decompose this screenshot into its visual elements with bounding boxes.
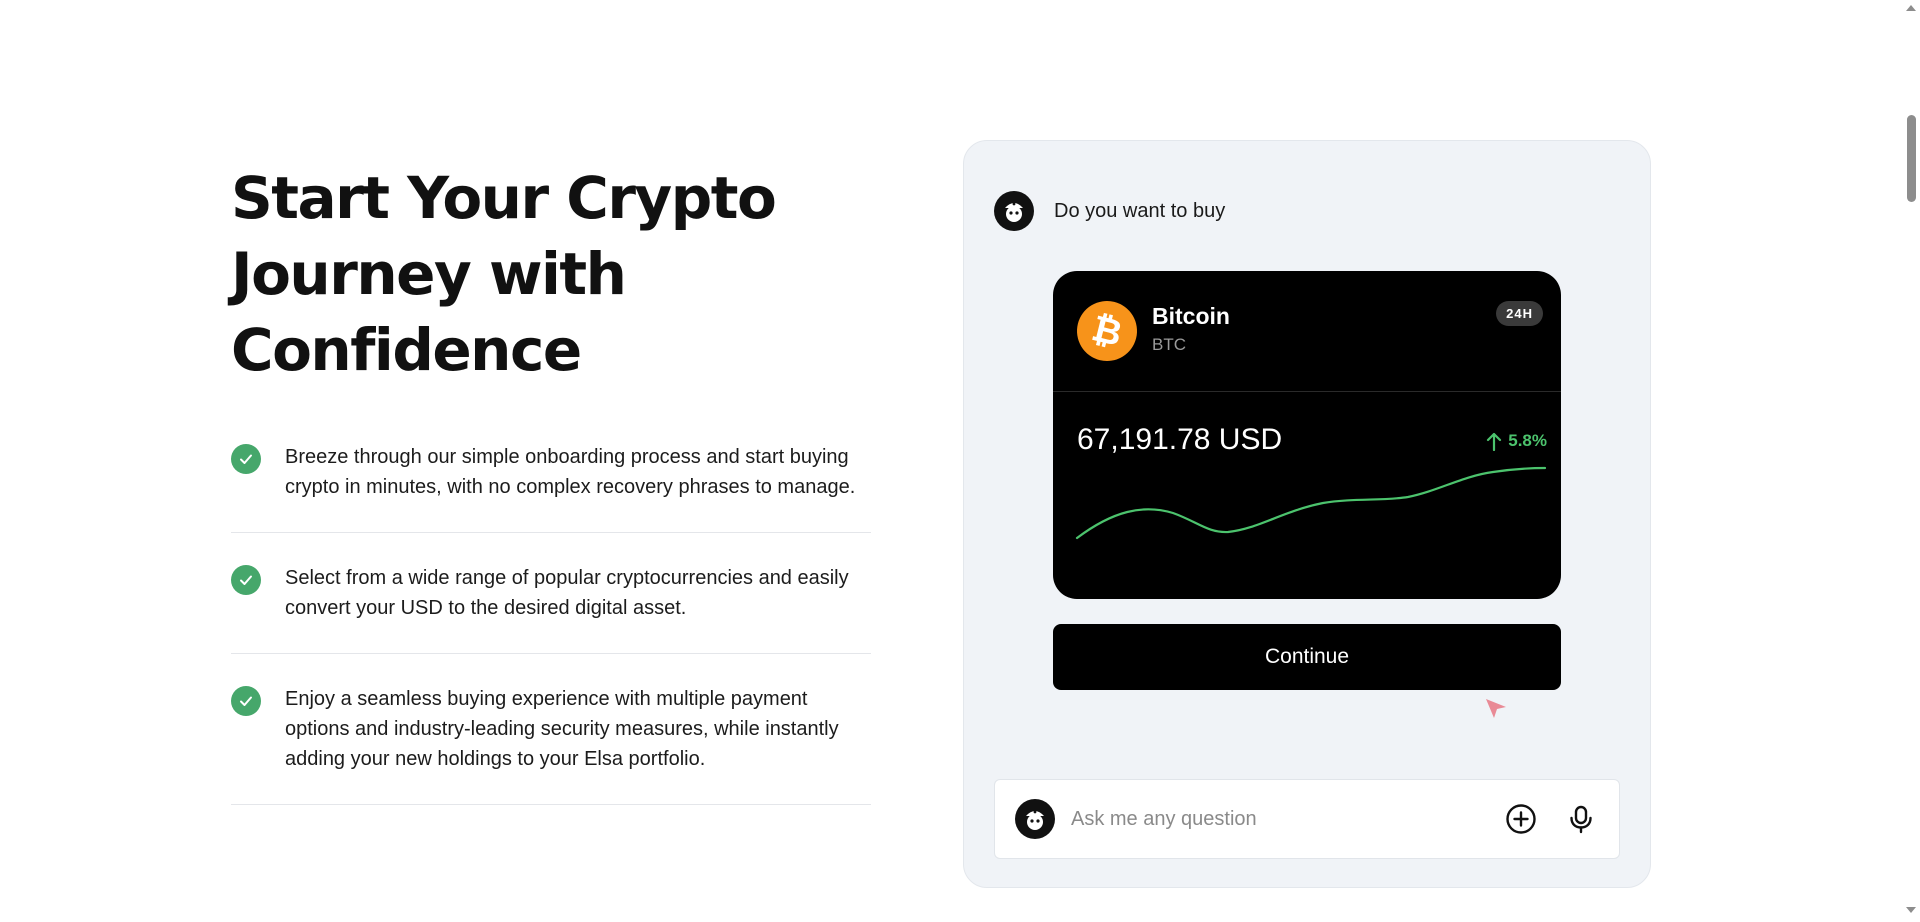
- ask-question-input[interactable]: [1069, 806, 1481, 832]
- sparkline-path: [1075, 466, 1547, 540]
- card-divider: [1053, 391, 1561, 392]
- plus-circle-icon: [1506, 804, 1536, 834]
- scrollbar-thumb[interactable]: [1907, 115, 1916, 202]
- feature-item: Breeze through our simple onboarding pro…: [231, 442, 871, 533]
- attach-button[interactable]: [1501, 799, 1541, 839]
- bot-avatar-icon: [994, 191, 1034, 231]
- arrow-up-icon: [1487, 432, 1502, 451]
- price-sparkline: [1075, 466, 1547, 540]
- feature-text: Breeze through our simple onboarding pro…: [285, 446, 856, 498]
- microphone-icon: [1570, 805, 1592, 834]
- bot-avatar-icon: [1015, 799, 1055, 839]
- feature-text: Enjoy a seamless buying experience with …: [285, 688, 839, 770]
- asset-symbol: BTC: [1152, 335, 1186, 354]
- time-range-badge[interactable]: 24H: [1496, 301, 1543, 326]
- asset-price-card[interactable]: ₿ Bitcoin BTC 24H 67,191.78 USD 5.8%: [1053, 271, 1561, 599]
- feature-item: Select from a wide range of popular cryp…: [231, 563, 871, 654]
- feature-text: Select from a wide range of popular cryp…: [285, 567, 849, 619]
- page-scrollbar[interactable]: [1903, 0, 1920, 922]
- feature-list: Breeze through our simple onboarding pro…: [231, 442, 871, 805]
- price-change: 5.8%: [1486, 431, 1547, 451]
- check-icon: [231, 444, 261, 474]
- asset-name: Bitcoin: [1152, 303, 1230, 329]
- check-icon: [231, 565, 261, 595]
- asset-price: 67,191.78 USD: [1077, 423, 1283, 456]
- bot-message-row: Do you want to buy: [994, 191, 1225, 231]
- cursor-pointer-icon: [1486, 699, 1506, 718]
- scroll-down-arrow-icon[interactable]: [1906, 906, 1916, 914]
- scroll-up-arrow-icon[interactable]: [1906, 4, 1916, 12]
- hero-section: Start Your Crypto Journey with Confidenc…: [231, 160, 871, 805]
- hero-headline: Start Your Crypto Journey with Confidenc…: [231, 164, 777, 384]
- ask-bar: [994, 779, 1620, 859]
- price-change-value: 5.8%: [1508, 431, 1547, 450]
- chat-panel: Do you want to buy ₿ Bitcoin BTC 24H 67,…: [963, 140, 1651, 888]
- bot-message-text: Do you want to buy: [1054, 199, 1226, 222]
- voice-input-button[interactable]: [1561, 799, 1601, 839]
- feature-item: Enjoy a seamless buying experience with …: [231, 684, 871, 805]
- continue-button[interactable]: Continue: [1053, 624, 1561, 690]
- bitcoin-icon: ₿: [1070, 294, 1144, 368]
- check-icon: [231, 686, 261, 716]
